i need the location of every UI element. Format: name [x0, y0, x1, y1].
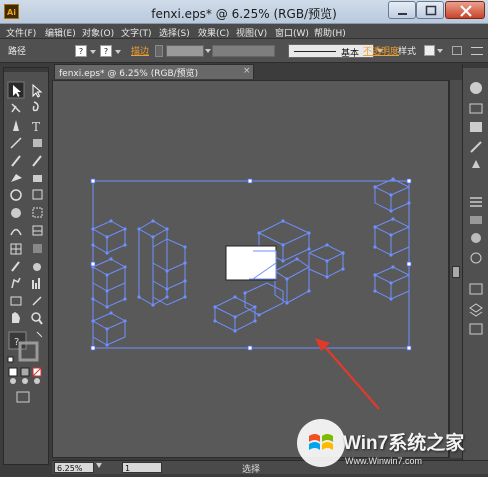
artwork-svg: [90, 177, 412, 410]
menu-bar: 文件(F) 编辑(E) 对象(O) 文字(T) 选择(S) 效果(C) 视图(V…: [0, 24, 488, 39]
pen-tool[interactable]: [6, 118, 24, 136]
watermark-url: Www.Winwin7.com: [345, 456, 423, 466]
doc-setup-icon[interactable]: [452, 46, 462, 55]
fill-stroke-control[interactable]: [8, 331, 38, 361]
graphic-styles-button[interactable]: [467, 280, 485, 296]
style-label: 样式: [398, 47, 417, 57]
menu-help[interactable]: 帮助(H): [314, 26, 346, 39]
opacity-label[interactable]: 不透明度: [363, 44, 399, 58]
brush-name-label: 基本: [341, 49, 360, 59]
maximize-button[interactable]: [416, 1, 444, 19]
color-guide-button[interactable]: [467, 100, 485, 116]
lasso-tool[interactable]: [28, 100, 46, 118]
stroke-weight-field[interactable]: [166, 45, 204, 57]
graphic-style-swatch[interactable]: [424, 45, 435, 56]
symbols-button[interactable]: [467, 158, 485, 174]
layers-button[interactable]: [467, 300, 485, 316]
paintbrush-tool[interactable]: [6, 154, 24, 172]
line-tool[interactable]: [6, 136, 24, 154]
annotation-arrow: [315, 338, 380, 410]
change-screen-mode-button[interactable]: [16, 390, 34, 408]
iso-tower: [138, 220, 186, 306]
stroke-weight-stepper[interactable]: [155, 45, 163, 57]
selection-tool[interactable]: [6, 80, 24, 98]
artboard-canvas[interactable]: [52, 80, 449, 458]
width-tool[interactable]: [6, 206, 24, 224]
zoom-dropdown-icon[interactable]: [96, 463, 102, 468]
panel-dock: [462, 64, 488, 464]
menu-type[interactable]: 文字(T): [121, 26, 152, 39]
brushes-button[interactable]: [467, 139, 485, 155]
shape-builder-tool[interactable]: [6, 224, 24, 242]
menu-window[interactable]: 窗口(W): [275, 26, 309, 39]
variable-width-field[interactable]: [212, 45, 275, 57]
tab-close-icon[interactable]: ×: [243, 66, 251, 76]
watermark-text: Win7系统之家: [343, 433, 465, 454]
transparency-button[interactable]: [467, 230, 485, 246]
control-menu-icon[interactable]: [471, 47, 483, 55]
object-type-label: 路径: [8, 47, 27, 57]
maximize-icon: [425, 5, 437, 16]
perspective-grid-tool[interactable]: [28, 224, 46, 242]
menu-view[interactable]: 视图(V): [236, 26, 267, 39]
iso-blocks-right: [374, 178, 410, 300]
hand-tool[interactable]: [6, 310, 24, 328]
stroke-panel-button[interactable]: [467, 194, 485, 210]
current-tool-status: 选择: [242, 465, 261, 475]
scale-tool[interactable]: [28, 188, 46, 206]
swatches-button[interactable]: [467, 118, 485, 134]
brush-definition-field[interactable]: 基本: [288, 44, 374, 59]
minimize-button[interactable]: [388, 1, 416, 19]
magic-wand-tool[interactable]: [6, 100, 24, 118]
minimize-icon: [398, 13, 407, 15]
direct-selection-tool[interactable]: [28, 80, 46, 98]
vertical-scrollbar[interactable]: [449, 80, 462, 458]
stroke-dropdown-icon[interactable]: [115, 50, 121, 54]
free-transform-tool[interactable]: [28, 206, 46, 224]
rotate-tool[interactable]: [6, 188, 24, 206]
artboard-number-field[interactable]: 1: [122, 462, 162, 473]
scroll-thumb[interactable]: [452, 266, 460, 278]
draw-mode-buttons[interactable]: [6, 377, 46, 386]
stroke-swatch[interactable]: ?: [100, 45, 112, 57]
menu-object[interactable]: 对象(O): [82, 26, 114, 39]
menu-select[interactable]: 选择(S): [159, 26, 190, 39]
document-tab-label: fenxi.eps* @ 6.25% (RGB/预览): [59, 69, 199, 79]
graphic-style-dropdown-icon[interactable]: [437, 49, 443, 53]
site-watermark: Win7系统之家 Www.Winwin7.com: [293, 408, 488, 474]
brush-stroke-preview: [294, 51, 336, 52]
tools-panel: T ?: [3, 67, 49, 465]
close-button[interactable]: [445, 1, 485, 19]
menu-file[interactable]: 文件(F): [6, 26, 36, 39]
document-tab[interactable]: fenxi.eps* @ 6.25% (RGB/预览) ×: [54, 64, 254, 79]
fill-dropdown-icon[interactable]: [90, 50, 96, 54]
stroke-label[interactable]: 描边: [131, 44, 149, 58]
symbol-sprayer-tool[interactable]: [6, 276, 24, 294]
column-graph-tool[interactable]: [28, 276, 46, 294]
fill-swatch[interactable]: ?: [75, 45, 87, 57]
control-bar: 路径 ? ? 描边 基本 不透明度 样式: [0, 39, 488, 63]
gradient-tool[interactable]: [28, 242, 46, 260]
title-bar: Ai fenxi.eps* @ 6.25% (RGB/预览): [0, 0, 488, 24]
artboards-button[interactable]: [467, 320, 485, 336]
rectangle-tool[interactable]: [28, 136, 46, 154]
iso-blocks-left: [92, 220, 126, 346]
type-tool[interactable]: [28, 118, 46, 136]
stroke-weight-dropdown-icon[interactable]: [205, 49, 211, 53]
zoom-level-field[interactable]: 6.25%: [54, 462, 94, 473]
zoom-tool[interactable]: [28, 310, 46, 328]
color-panel-button[interactable]: [467, 80, 485, 96]
menu-edit[interactable]: 编辑(E): [45, 26, 76, 39]
menu-effect[interactable]: 效果(C): [198, 26, 229, 39]
appearance-button[interactable]: [467, 250, 485, 266]
close-icon: [460, 5, 472, 17]
gradient-panel-button[interactable]: [467, 212, 485, 228]
pencil-tool[interactable]: [28, 154, 46, 172]
mesh-tool[interactable]: [6, 242, 24, 260]
